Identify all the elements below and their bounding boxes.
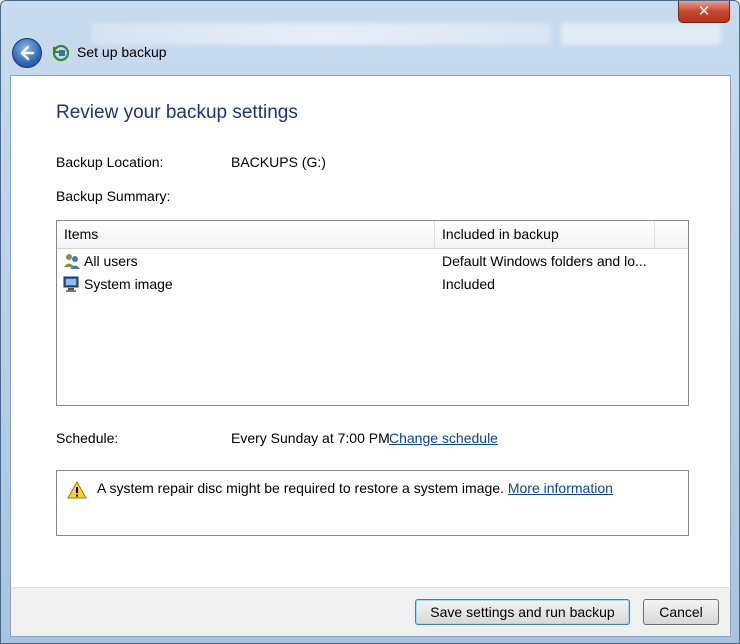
notice-text: A system repair disc might be required t… <box>97 480 504 496</box>
cancel-button[interactable]: Cancel <box>643 599 719 625</box>
back-button[interactable] <box>12 38 42 68</box>
backup-location-value: BACKUPS (G:) <box>231 154 326 170</box>
page-heading: Review your backup settings <box>56 102 298 123</box>
dialog-footer: Save settings and run backup Cancel <box>10 587 731 637</box>
back-arrow-icon <box>20 45 35 61</box>
close-button[interactable]: ✕ <box>678 1 730 23</box>
save-and-run-button[interactable]: Save settings and run backup <box>415 599 630 625</box>
schedule-label: Schedule: <box>56 430 119 446</box>
column-header-items[interactable]: Items <box>57 221 435 248</box>
backup-summary-label: Backup Summary: <box>56 188 171 204</box>
address-bar <box>91 23 551 45</box>
more-information-link[interactable]: More information <box>508 480 613 496</box>
item-included: Default Windows folders and lo... <box>442 253 647 269</box>
content-panel: Review your backup settings Backup Locat… <box>10 75 731 587</box>
list-header: Items Included in backup <box>57 221 688 249</box>
computer-icon <box>63 276 79 292</box>
backup-app-icon <box>52 44 70 62</box>
backup-window: ✕ Set up backup Review your backup setti… <box>0 0 740 644</box>
change-schedule-link[interactable]: Change schedule <box>389 430 498 446</box>
schedule-value: Every Sunday at 7:00 PM <box>231 430 390 446</box>
warning-icon <box>67 481 87 499</box>
backup-location-label: Backup Location: <box>56 154 164 170</box>
item-name: All users <box>84 253 138 269</box>
backup-summary-list[interactable]: Items Included in backup All users Defau… <box>56 220 689 406</box>
search-box <box>561 23 721 45</box>
list-item[interactable]: All users Default Windows folders and lo… <box>57 251 688 273</box>
notice-message: A system repair disc might be required t… <box>97 480 613 496</box>
repair-disc-notice: A system repair disc might be required t… <box>56 470 689 536</box>
item-included: Included <box>442 276 495 292</box>
users-icon <box>64 254 80 269</box>
title-bar: ✕ Set up backup <box>1 1 739 75</box>
column-header-included[interactable]: Included in backup <box>435 221 655 248</box>
item-name: System image <box>84 276 173 292</box>
window-title: Set up backup <box>77 44 167 60</box>
list-item[interactable]: System image Included <box>57 274 688 296</box>
